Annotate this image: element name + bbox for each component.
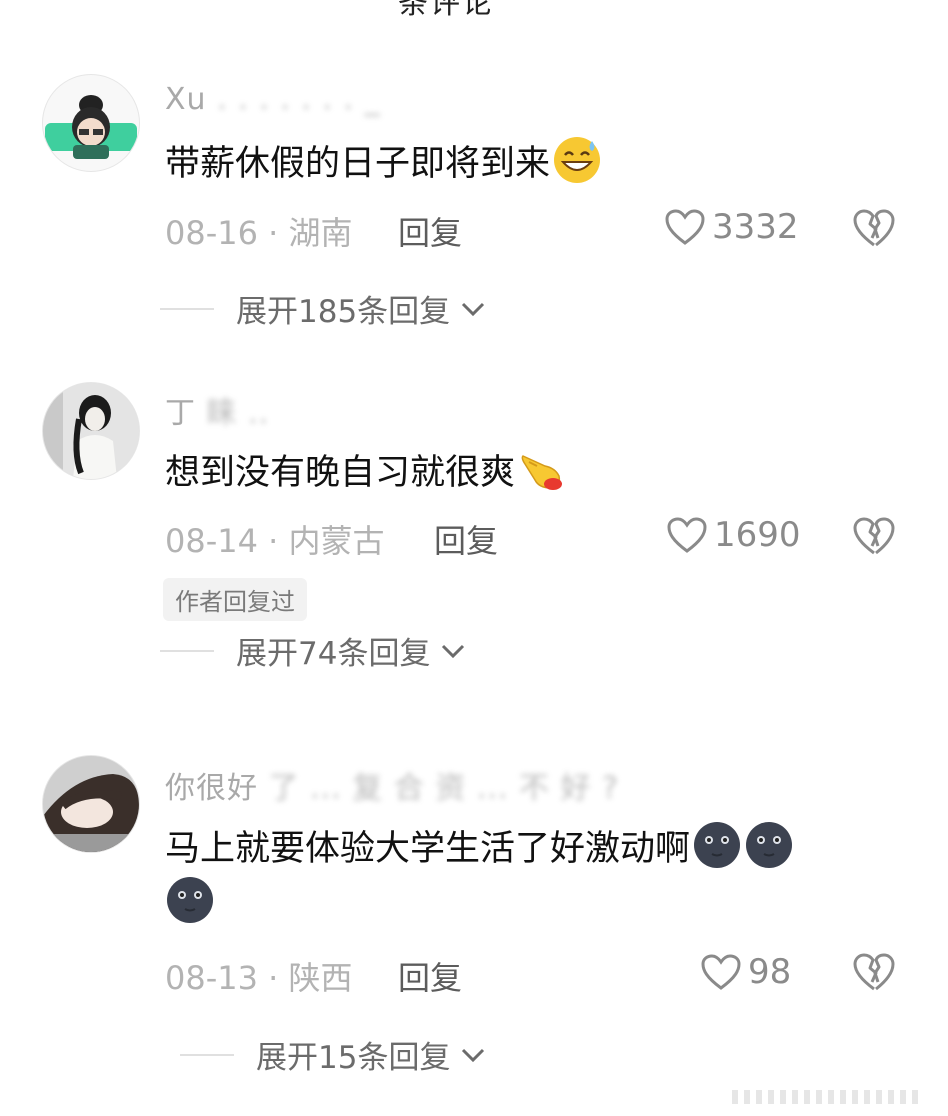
heart-outline-icon <box>665 209 705 245</box>
grinning-sweat-emoji <box>554 137 601 183</box>
expand-replies-label: 展开74条回复 <box>236 636 431 672</box>
heart-outline-icon <box>701 954 741 990</box>
new-moon-face-emoji <box>694 822 741 868</box>
new-moon-face-emoji <box>746 822 793 868</box>
chevron-down-icon <box>462 1048 485 1062</box>
username[interactable]: 丁 睐 .. <box>165 388 269 432</box>
reply-button[interactable]: 回复 <box>434 516 498 562</box>
chevron-down-icon <box>462 302 485 316</box>
expand-replies-button[interactable]: 展开15条回复 <box>180 1032 486 1077</box>
header-title: 条评论 <box>398 0 494 21</box>
expand-replies-label: 展开15条回复 <box>256 1040 451 1076</box>
comment-date-region: 08-13 · 陕西 <box>165 959 353 997</box>
avatar[interactable] <box>42 755 140 853</box>
like-count: 98 <box>748 952 792 992</box>
author-replied-badge: 作者回复过 <box>163 578 307 621</box>
reply-button[interactable]: 回复 <box>398 953 462 999</box>
comment-date-region: 08-16 · 湖南 <box>165 214 353 252</box>
comment-text: 想到没有晚自习就很爽 <box>165 444 885 499</box>
like-count: 3332 <box>712 207 799 247</box>
comment-date-region: 08-14 · 内蒙古 <box>165 522 385 560</box>
chevron-down-icon <box>442 644 465 658</box>
comment-text: 马上就要体验大学生活了好激动啊 <box>165 820 885 930</box>
username[interactable]: Xu . . . . . . . _ <box>165 82 381 117</box>
comment-text: 带薪休假的日子即将到来 <box>165 135 885 190</box>
heart-outline-icon <box>667 517 707 553</box>
new-moon-face-emoji <box>167 877 213 923</box>
divider-line <box>180 1053 234 1056</box>
avatar[interactable] <box>42 74 140 172</box>
expand-replies-label: 展开185条回复 <box>236 294 451 330</box>
reply-button[interactable]: 回复 <box>398 208 462 254</box>
like-button[interactable]: 3332 <box>664 207 799 247</box>
avatar[interactable] <box>42 382 140 480</box>
divider-line <box>160 307 214 310</box>
pointing-hand-emoji <box>521 455 563 490</box>
username[interactable]: 你很好 了 ... 复 合 资 ... 不 好 ? <box>165 763 619 807</box>
expand-replies-button[interactable]: 展开185条回复 <box>160 286 486 331</box>
divider-line <box>160 649 214 652</box>
broken-heart-icon[interactable] <box>852 952 896 992</box>
like-button[interactable]: 98 <box>700 952 791 992</box>
watermark <box>732 1090 918 1104</box>
like-button[interactable]: 1690 <box>666 515 801 555</box>
broken-heart-icon[interactable] <box>852 208 896 248</box>
like-count: 1690 <box>714 515 801 555</box>
broken-heart-icon[interactable] <box>852 516 896 556</box>
expand-replies-button[interactable]: 展开74条回复 <box>160 628 466 673</box>
